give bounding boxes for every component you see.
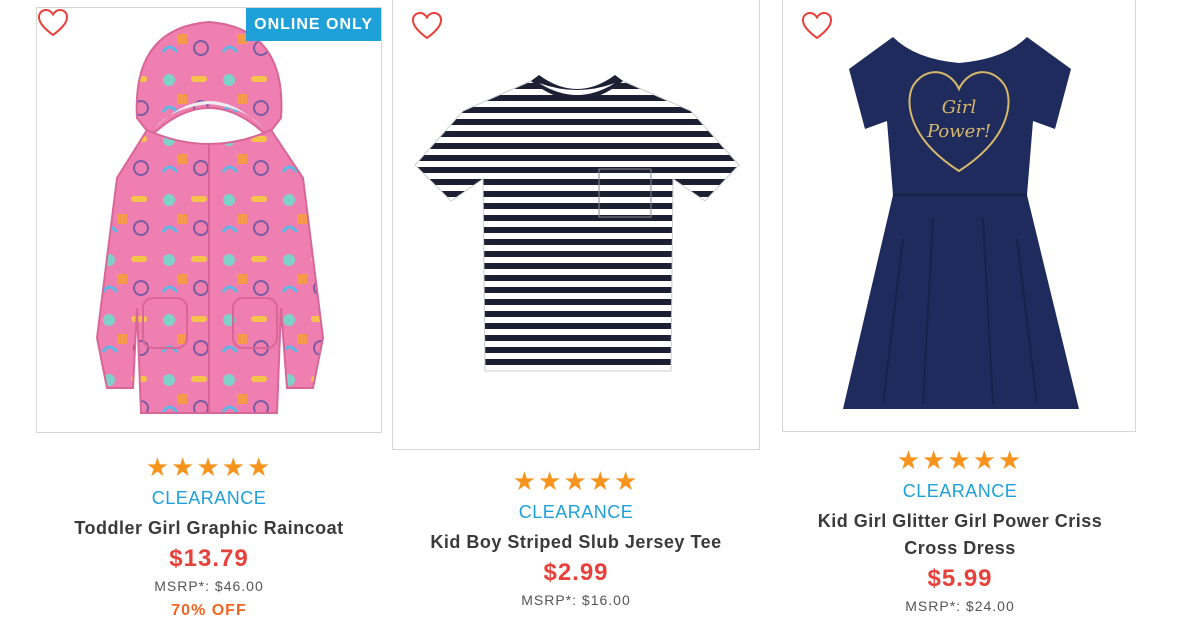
product-title[interactable]: Kid Girl Glitter Girl Power Criss Cross …	[782, 508, 1138, 562]
sale-price: $5.99	[927, 565, 993, 592]
msrp-price: MSRP*: $24.00	[905, 598, 1015, 614]
sale-price: $2.99	[543, 559, 609, 586]
star-rating: ★★★★★	[896, 445, 1024, 475]
dress-print-text: Girl	[942, 97, 977, 118]
product-card-striped-tee[interactable]: ★★★★★ CLEARANCE Kid Boy Striped Slub Jer…	[392, 0, 760, 633]
product-title[interactable]: Kid Boy Striped Slub Jersey Tee	[392, 529, 760, 556]
striped-tee-illustration	[414, 75, 740, 372]
online-only-badge: ONLINE ONLY	[246, 8, 381, 41]
raincoat-illustration	[95, 20, 325, 414]
msrp-price: MSRP*: $16.00	[521, 592, 631, 608]
favorite-heart-icon[interactable]	[37, 8, 69, 38]
product-card-raincoat[interactable]: ONLINE ONLY ★★★★★ CLEARANCE Toddler Girl…	[36, 7, 382, 633]
product-card-girl-power-dress[interactable]: Girl Power! ★★★★★ CLEARANCE Kid Girl Gli…	[782, 0, 1138, 633]
product-image-girl-power-dress[interactable]: Girl Power!	[782, 0, 1136, 432]
star-rating: ★★★★★	[512, 466, 640, 496]
favorite-heart-icon[interactable]	[411, 11, 443, 41]
product-title-line: Kid Girl Glitter Girl Power Criss	[817, 511, 1103, 531]
dress-illustration: Girl Power!	[843, 37, 1079, 409]
favorite-heart-icon[interactable]	[801, 11, 833, 41]
clearance-tag: CLEARANCE	[518, 502, 634, 522]
clearance-tag: CLEARANCE	[151, 488, 267, 508]
product-image-striped-tee[interactable]	[392, 0, 760, 450]
sale-price: $13.79	[169, 545, 249, 572]
star-rating: ★★★★★	[145, 452, 273, 482]
product-image-raincoat[interactable]: ONLINE ONLY	[36, 7, 382, 433]
product-title-line: Cross Dress	[904, 538, 1016, 558]
dress-print-text: Power!	[926, 121, 991, 142]
product-title[interactable]: Toddler Girl Graphic Raincoat	[36, 515, 382, 542]
discount-label: 70% OFF	[171, 602, 247, 619]
msrp-price: MSRP*: $46.00	[154, 578, 264, 594]
clearance-tag: CLEARANCE	[902, 481, 1018, 501]
